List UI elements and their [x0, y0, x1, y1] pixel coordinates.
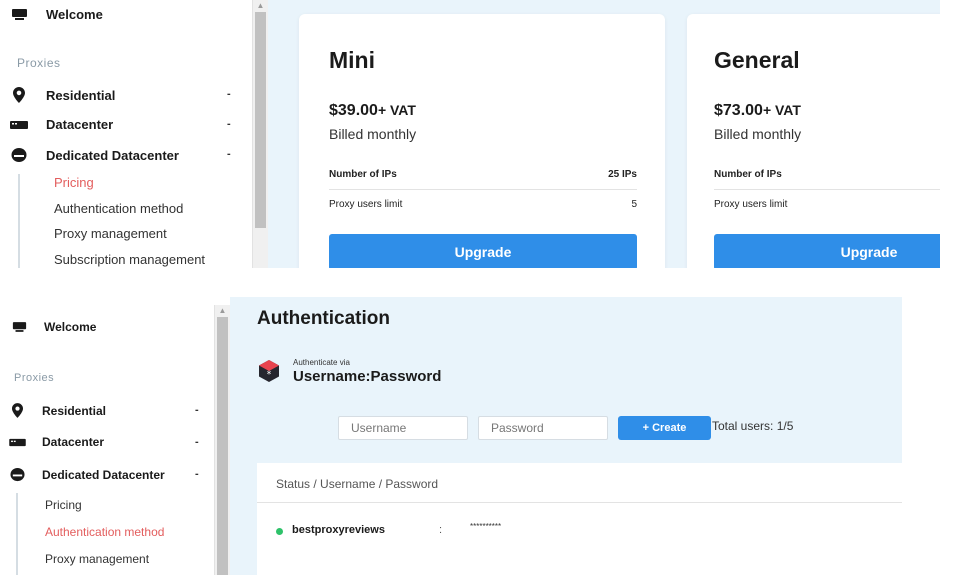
scroll-up-arrow-icon[interactable]: ▲ — [253, 0, 268, 12]
sidebar-item-welcome[interactable]: Welcome — [10, 320, 96, 334]
submenu-item-proxy-management[interactable]: Proxy management — [54, 226, 167, 241]
auth-method-name: Username:Password — [293, 368, 442, 385]
sidebar-item-dedicated-datacenter[interactable]: Dedicated Datacenter — [10, 147, 179, 163]
submenu-item-subscription-management[interactable]: Subscription management — [54, 252, 205, 267]
row-label: Number of IPs — [329, 169, 397, 180]
monitor-icon — [10, 8, 28, 21]
submenu-tree-line — [18, 174, 20, 268]
submenu-item-authentication-method[interactable]: Authentication method — [45, 525, 164, 539]
section-label-proxies: Proxies — [17, 56, 61, 70]
location-pin-icon — [8, 403, 26, 418]
submenu-item-pricing[interactable]: Pricing — [45, 498, 82, 512]
expand-caret-icon[interactable]: - — [195, 404, 199, 416]
users-table: Status / Username / Password bestproxyre… — [257, 463, 902, 575]
server-icon — [10, 119, 28, 131]
scrollbar-thumb[interactable] — [255, 12, 266, 228]
username-input[interactable]: Username — [338, 416, 468, 440]
create-user-button[interactable]: + Create — [618, 416, 711, 440]
upgrade-button[interactable]: Upgrade — [329, 234, 637, 268]
total-users-count: Total users: 1/5 — [712, 419, 794, 433]
sidebar-item-label: Residential — [46, 87, 116, 103]
scrollbar-thumb[interactable] — [217, 317, 228, 575]
sidebar-scrollbar[interactable]: ▲ — [214, 305, 230, 575]
plan-card-mini: Mini $39.00+ VAT Billed monthly Number o… — [299, 14, 665, 268]
price-vat: + VAT — [377, 102, 416, 118]
submenu-item-proxy-management[interactable]: Proxy management — [45, 552, 149, 566]
row-divider — [257, 502, 902, 503]
row-divider — [714, 189, 940, 190]
price-amount: $39.00 — [329, 102, 378, 119]
collapse-caret-icon[interactable]: - — [195, 468, 199, 480]
sidebar-item-label: Datacenter — [42, 435, 105, 449]
scroll-up-arrow-icon[interactable]: ▲ — [215, 305, 230, 317]
location-pin-icon — [10, 87, 28, 103]
status-dot — [276, 528, 283, 535]
sidebar-item-welcome[interactable]: Welcome — [10, 7, 103, 22]
table-cell-password: ********** — [470, 522, 502, 531]
database-icon — [8, 467, 26, 482]
submenu-item-authentication-method[interactable]: Authentication method — [54, 201, 183, 216]
sidebar-item-label: Datacenter — [46, 117, 114, 132]
price-vat: + VAT — [762, 102, 801, 118]
row-label: Proxy users limit — [329, 199, 403, 210]
collapse-caret-icon[interactable]: - — [227, 148, 231, 160]
billing-period: Billed monthly — [329, 126, 417, 142]
table-cell-username: bestproxyreviews — [292, 524, 385, 536]
row-divider — [329, 189, 637, 190]
sidebar: Welcome Proxies Residential - Datacenter… — [0, 297, 214, 575]
sidebar-item-datacenter[interactable]: Datacenter — [8, 435, 104, 449]
sidebar-item-label: Welcome — [46, 7, 103, 22]
row-value: 25 IPs — [608, 169, 637, 180]
pricing-screenshot-panel: Welcome Proxies Residential - Datacenter… — [0, 0, 940, 268]
password-input[interactable]: Password — [478, 416, 608, 440]
plan-price: $73.00+ VAT — [714, 102, 801, 120]
price-amount: $73.00 — [714, 102, 763, 119]
expand-caret-icon[interactable]: - — [195, 436, 199, 448]
page-title: Authentication — [257, 308, 390, 329]
plan-card-general: General $73.00+ VAT Billed monthly Numbe… — [687, 14, 940, 268]
monitor-icon — [10, 321, 28, 333]
row-value: 5 — [631, 199, 637, 210]
server-icon — [8, 437, 26, 448]
auth-via-label: Authenticate via — [293, 358, 350, 367]
table-cell-separator: : — [439, 524, 443, 536]
sidebar-item-label: Dedicated Datacenter — [42, 467, 165, 482]
expand-caret-icon[interactable]: - — [227, 88, 231, 100]
row-label: Number of IPs — [714, 169, 782, 180]
table-row[interactable]: bestproxyreviews : ********** — [276, 522, 876, 542]
plan-name: General — [714, 47, 800, 73]
sidebar-item-residential[interactable]: Residential — [8, 403, 106, 418]
section-label-proxies: Proxies — [14, 372, 55, 384]
sidebar-item-label: Welcome — [44, 320, 97, 334]
plan-name: Mini — [329, 47, 375, 73]
sidebar-item-datacenter[interactable]: Datacenter — [10, 117, 113, 132]
database-icon — [10, 147, 28, 163]
sidebar-item-label: Dedicated Datacenter — [46, 147, 179, 163]
submenu-item-pricing[interactable]: Pricing — [54, 175, 94, 190]
row-label: Proxy users limit — [714, 199, 788, 210]
upgrade-button[interactable]: Upgrade — [714, 234, 940, 268]
svg-text:*: * — [267, 370, 272, 380]
plan-price: $39.00+ VAT — [329, 102, 416, 120]
expand-caret-icon[interactable]: - — [227, 118, 231, 130]
sidebar-item-residential[interactable]: Residential — [10, 87, 115, 103]
table-header: Status / Username / Password — [276, 477, 439, 491]
submenu-tree-line — [16, 493, 18, 575]
sidebar-item-label: Residential — [42, 403, 107, 418]
sidebar-item-dedicated-datacenter[interactable]: Dedicated Datacenter — [8, 467, 165, 482]
sidebar-scrollbar[interactable]: ▲ — [252, 0, 268, 268]
authentication-screenshot-panel: Welcome Proxies Residential - Datacenter… — [0, 297, 902, 575]
billing-period: Billed monthly — [714, 126, 802, 142]
sidebar: Welcome Proxies Residential - Datacenter… — [0, 0, 252, 268]
auth-method-icon: * — [257, 359, 281, 388]
